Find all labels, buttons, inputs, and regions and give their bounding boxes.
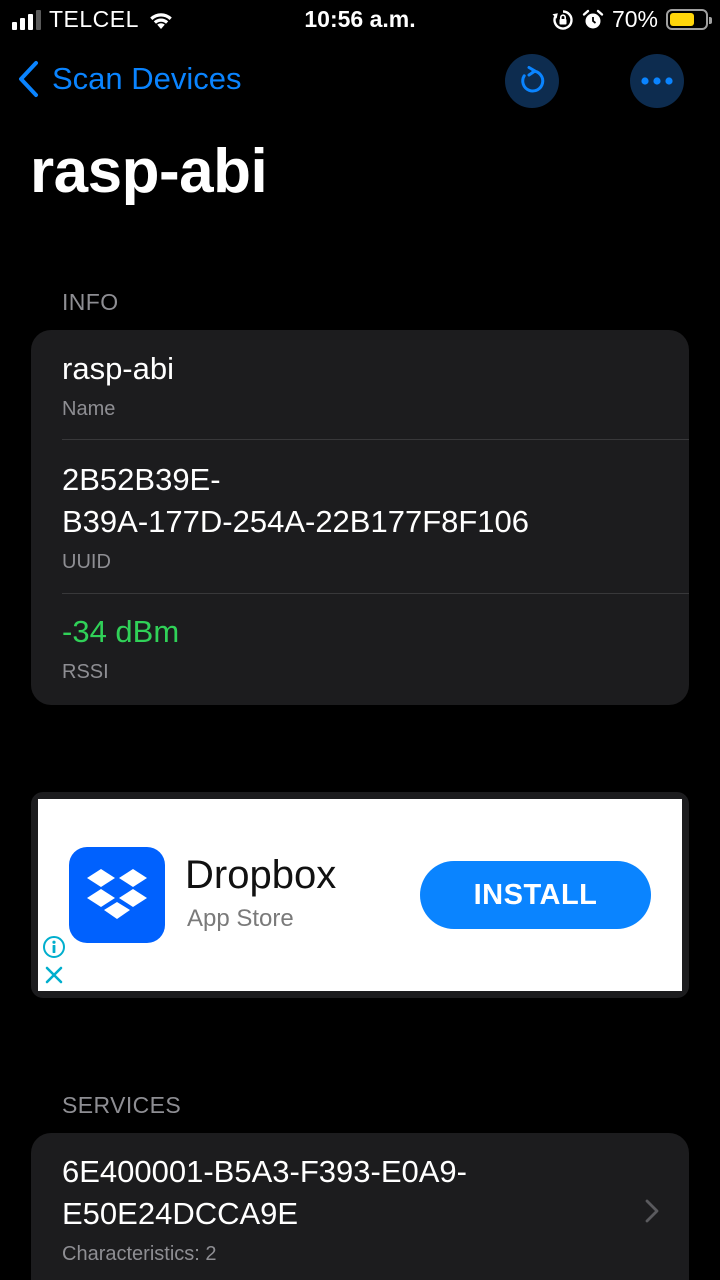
- dropbox-glyph-icon: [87, 869, 147, 919]
- service-uuid-line2: E50E24DCCA9E: [62, 1196, 299, 1231]
- install-button[interactable]: INSTALL: [420, 861, 651, 929]
- ad-close-icon[interactable]: [44, 965, 64, 985]
- device-uuid-line1: 2B52B39E-: [62, 462, 221, 497]
- info-card: rasp-abi Name 2B52B39E- B39A-177D-254A-2…: [31, 330, 689, 705]
- rssi-value: -34 dBm: [62, 614, 180, 649]
- more-icon: [641, 77, 673, 85]
- rssi-label: RSSI: [62, 661, 109, 683]
- page-title: rasp-abi: [30, 137, 268, 206]
- battery-level-fill: [670, 13, 694, 26]
- ad-app-name[interactable]: Dropbox: [185, 853, 336, 898]
- device-name-value: rasp-abi: [62, 351, 174, 386]
- device-uuid-line2: B39A-177D-254A-22B177F8F106: [62, 504, 530, 539]
- service-row[interactable]: 6E400001-B5A3-F393-E0A9- E50E24DCCA9E Ch…: [31, 1133, 689, 1266]
- services-card: 6E400001-B5A3-F393-E0A9- E50E24DCCA9E Ch…: [31, 1133, 689, 1280]
- ad-info-icon[interactable]: [42, 935, 66, 959]
- info-row-name: rasp-abi Name: [31, 330, 689, 439]
- device-name-label: Name: [62, 398, 116, 420]
- info-section-header: INFO: [62, 289, 119, 315]
- info-row-uuid: 2B52B39E- B39A-177D-254A-22B177F8F106 UU…: [31, 440, 689, 593]
- services-section-header: SERVICES: [62, 1092, 182, 1118]
- ad-banner[interactable]: Dropbox App Store INSTALL: [38, 799, 682, 991]
- alarm-icon: [582, 9, 604, 28]
- refresh-button[interactable]: [505, 54, 559, 108]
- refresh-icon: [521, 66, 545, 93]
- back-button[interactable]: Scan Devices: [16, 60, 242, 98]
- device-uuid-label: UUID: [62, 551, 111, 573]
- navigation-bar: Scan Devices: [0, 52, 720, 112]
- battery-percent: 70%: [611, 6, 658, 32]
- back-button-label: Scan Devices: [52, 61, 242, 96]
- info-row-rssi: -34 dBm RSSI: [31, 594, 689, 684]
- status-right: 70%: [552, 6, 712, 33]
- service-uuid-line1: 6E400001-B5A3-F393-E0A9-: [62, 1154, 467, 1189]
- dropbox-logo-icon[interactable]: [69, 847, 165, 943]
- device-detail-screen: TELCEL 10:56 a.m. 70% Scan Devices rasp-…: [0, 0, 720, 1280]
- rotation-lock-icon: [552, 9, 573, 30]
- more-button[interactable]: [630, 54, 684, 108]
- service-characteristics-count: Characteristics: 2: [62, 1243, 217, 1265]
- battery-icon: [666, 9, 712, 30]
- ad-store-name: App Store: [187, 905, 294, 932]
- chevron-right-icon: [645, 1199, 659, 1223]
- status-bar: TELCEL 10:56 a.m. 70%: [0, 0, 720, 40]
- chevron-left-icon: [19, 61, 38, 97]
